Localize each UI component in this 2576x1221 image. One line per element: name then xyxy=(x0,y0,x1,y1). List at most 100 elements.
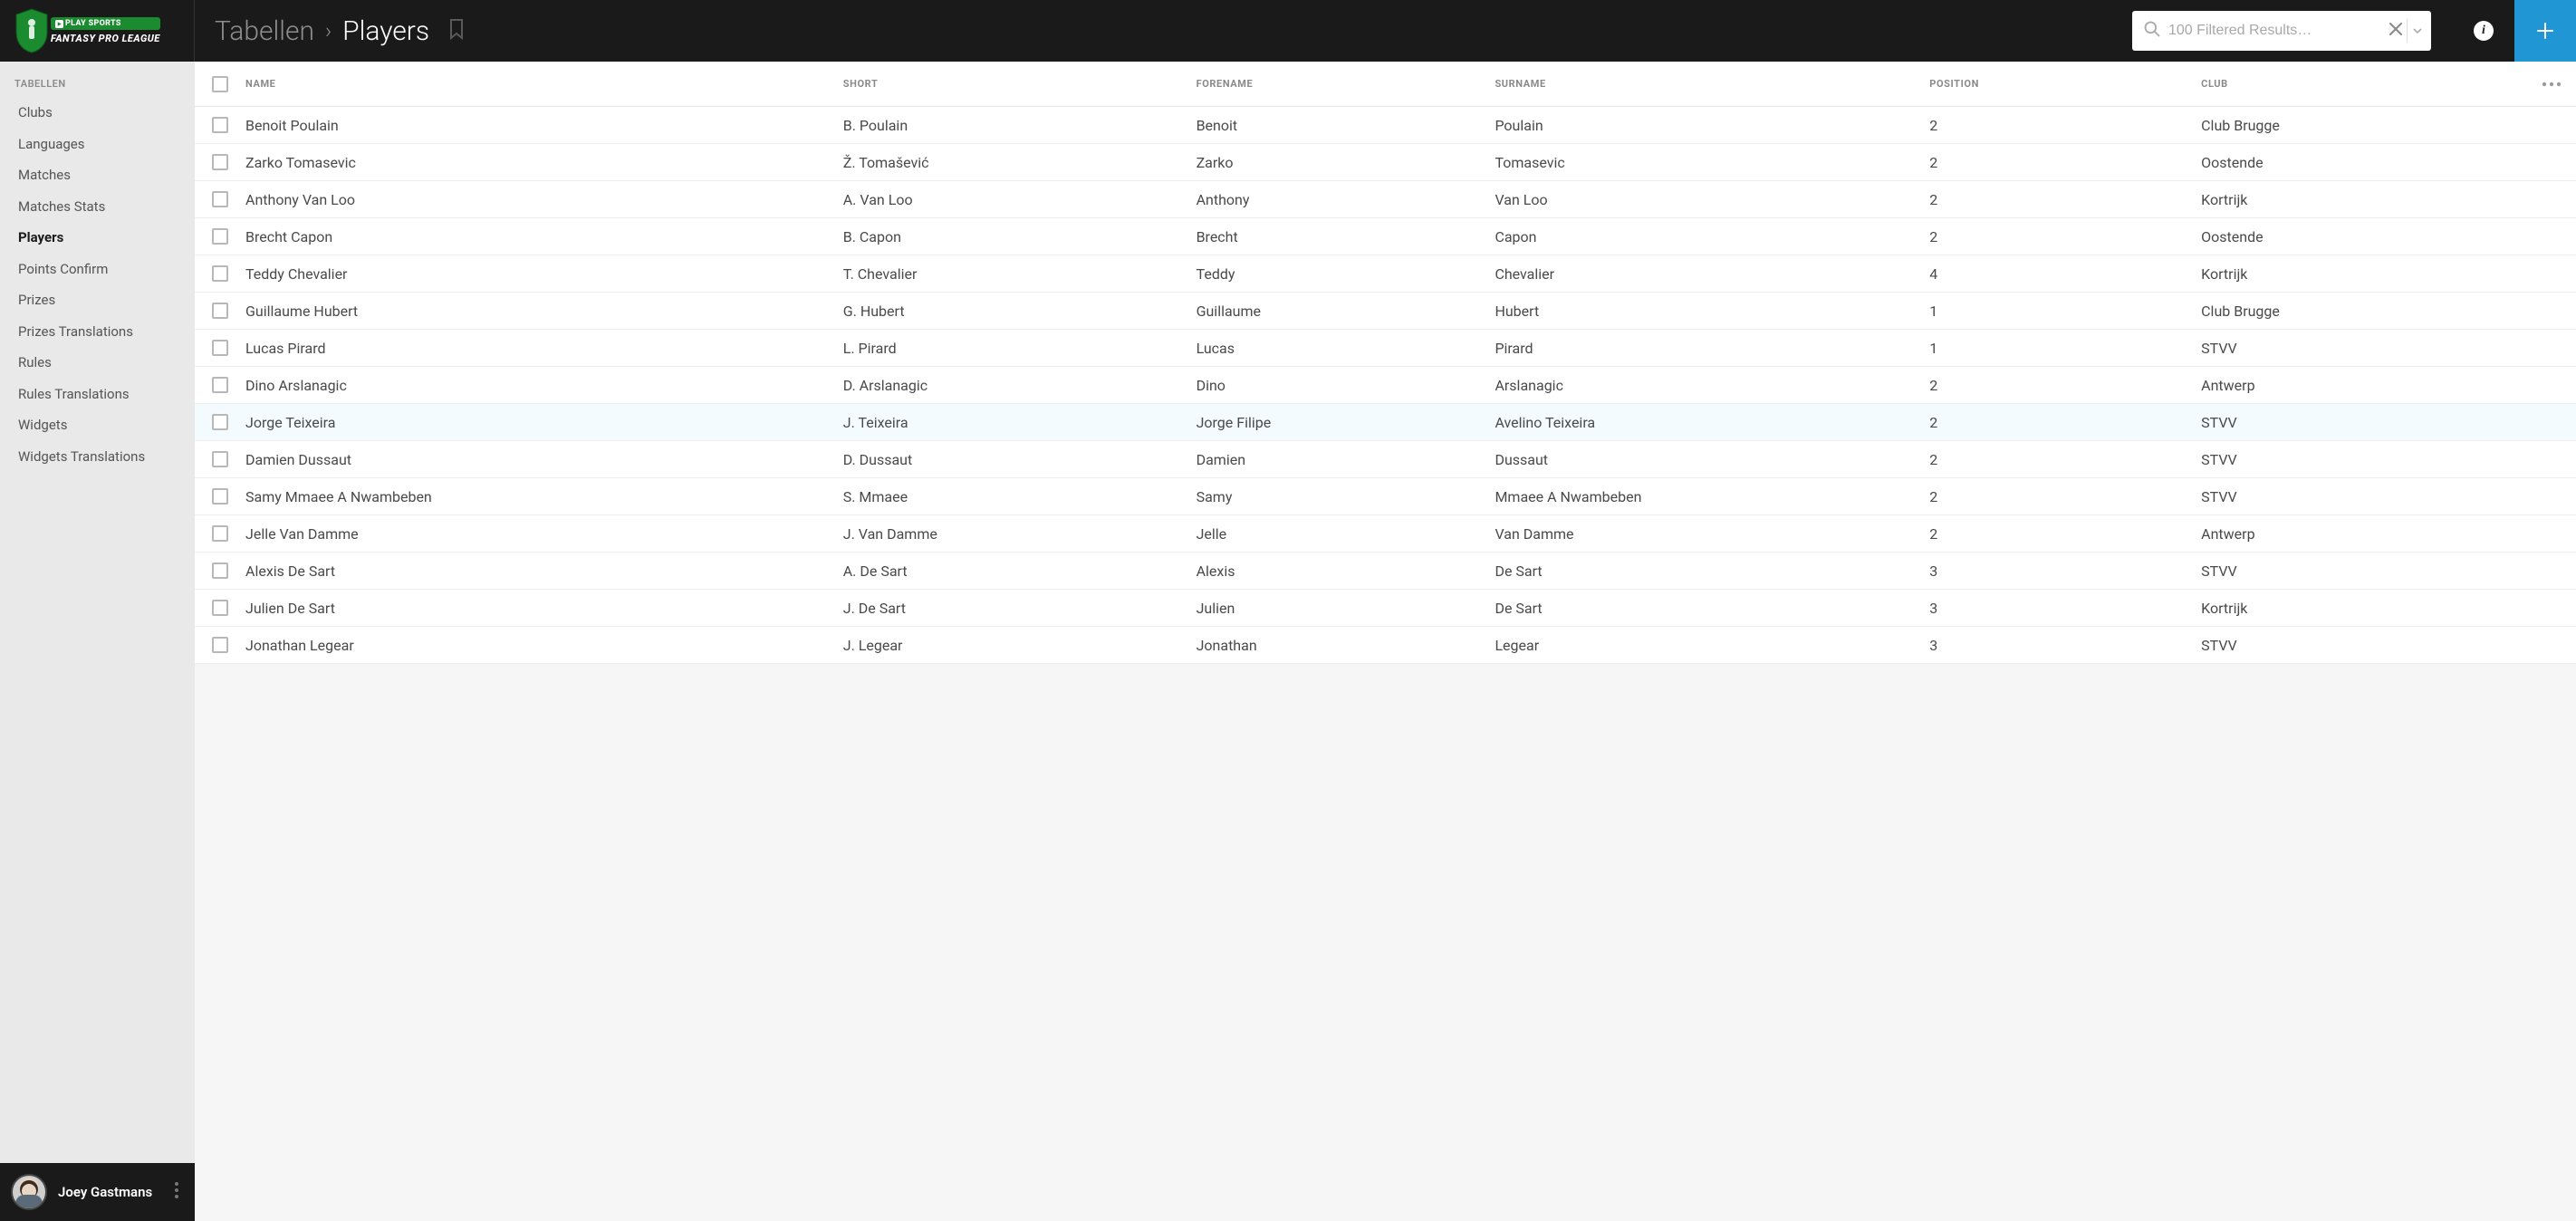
cell-position: 2 xyxy=(1929,414,2201,431)
row-checkbox[interactable] xyxy=(212,562,228,579)
sidebar-footer: Joey Gastmans xyxy=(0,1163,195,1221)
row-checkbox[interactable] xyxy=(212,303,228,319)
table-row[interactable]: Alexis De SartA. De SartAlexisDe Sart3ST… xyxy=(195,553,2576,590)
select-all-checkbox[interactable] xyxy=(212,76,228,92)
table-row[interactable]: Samy Mmaee A NwambebenS. MmaeeSamyMmaee … xyxy=(195,478,2576,515)
sidebar-item[interactable]: Prizes xyxy=(0,284,195,316)
topbar: PLAY SPORTS FANTASY PRO LEAGUE Tabellen … xyxy=(0,0,2576,62)
row-checkbox[interactable] xyxy=(212,525,228,542)
table-more-button[interactable] xyxy=(2527,82,2576,87)
sidebar-section-label: TABELLEN xyxy=(0,62,195,97)
breadcrumb-current: Players xyxy=(342,15,429,47)
cell-name: Jonathan Legear xyxy=(245,637,843,654)
row-checkbox[interactable] xyxy=(212,600,228,616)
cell-club: Oostende xyxy=(2201,154,2527,171)
row-checkbox[interactable] xyxy=(212,228,228,245)
cell-club: Antwerp xyxy=(2201,377,2527,394)
cell-short: A. De Sart xyxy=(843,562,1197,580)
table-row[interactable]: Lucas PirardL. PirardLucasPirard1STVV xyxy=(195,330,2576,367)
column-header-surname[interactable]: SURNAME xyxy=(1495,78,1929,90)
sidebar-item[interactable]: Points Confirm xyxy=(0,254,195,285)
table-row[interactable]: Brecht CaponB. CaponBrechtCapon2Oostende xyxy=(195,218,2576,255)
brand-logo[interactable]: PLAY SPORTS FANTASY PRO LEAGUE xyxy=(0,0,195,62)
row-checkbox[interactable] xyxy=(212,414,228,430)
column-header-position[interactable]: POSITION xyxy=(1929,78,2201,90)
table-row[interactable]: Jelle Van DammeJ. Van DammeJelleVan Damm… xyxy=(195,515,2576,553)
cell-short: B. Poulain xyxy=(843,117,1197,134)
table-row[interactable]: Jorge TeixeiraJ. TeixeiraJorge FilipeAve… xyxy=(195,404,2576,441)
table-row[interactable]: Dino ArslanagicD. ArslanagicDinoArslanag… xyxy=(195,367,2576,404)
sidebar-item[interactable]: Rules Translations xyxy=(0,379,195,410)
cell-position: 2 xyxy=(1929,488,2201,505)
user-menu-button[interactable] xyxy=(169,1177,184,1207)
sidebar-item[interactable]: Clubs xyxy=(0,97,195,129)
row-checkbox[interactable] xyxy=(212,637,228,653)
cell-short: J. Legear xyxy=(843,637,1197,654)
search-box xyxy=(2132,11,2431,51)
breadcrumb-parent[interactable]: Tabellen xyxy=(215,15,314,47)
clear-icon[interactable] xyxy=(2385,18,2407,43)
bookmark-icon[interactable] xyxy=(447,15,466,47)
search-dropdown-toggle[interactable] xyxy=(2407,19,2426,43)
cell-name: Jelle Van Damme xyxy=(245,525,843,543)
row-checkbox[interactable] xyxy=(212,117,228,133)
avatar[interactable] xyxy=(11,1174,47,1210)
column-header-short[interactable]: SHORT xyxy=(843,78,1197,90)
sidebar-item[interactable]: Rules xyxy=(0,347,195,379)
table-row[interactable]: Guillaume HubertG. HubertGuillaumeHubert… xyxy=(195,293,2576,330)
cell-surname: Tomasevic xyxy=(1495,154,1929,171)
row-checkbox[interactable] xyxy=(212,488,228,505)
row-checkbox[interactable] xyxy=(212,191,228,207)
table-row[interactable]: Jonathan LegearJ. LegearJonathanLegear3S… xyxy=(195,627,2576,664)
column-header-name[interactable]: NAME xyxy=(245,78,843,90)
row-checkbox[interactable] xyxy=(212,340,228,356)
cell-name: Damien Dussaut xyxy=(245,451,843,468)
cell-surname: Poulain xyxy=(1495,117,1929,134)
cell-forename: Brecht xyxy=(1197,228,1495,245)
cell-forename: Dino xyxy=(1197,377,1495,394)
sidebar-item[interactable]: Prizes Translations xyxy=(0,316,195,348)
sidebar-item[interactable]: Widgets xyxy=(0,409,195,441)
sidebar-item[interactable]: Matches Stats xyxy=(0,191,195,223)
sidebar-item[interactable]: Languages xyxy=(0,129,195,160)
row-checkbox[interactable] xyxy=(212,265,228,282)
row-checkbox[interactable] xyxy=(212,154,228,170)
column-header-forename[interactable]: FORENAME xyxy=(1197,78,1495,90)
play-icon xyxy=(55,20,63,28)
row-checkbox[interactable] xyxy=(212,451,228,467)
table-row[interactable]: Anthony Van LooA. Van LooAnthonyVan Loo2… xyxy=(195,181,2576,218)
table-row[interactable]: Teddy ChevalierT. ChevalierTeddyChevalie… xyxy=(195,255,2576,293)
cell-forename: Benoit xyxy=(1197,117,1495,134)
cell-surname: Avelino Teixeira xyxy=(1495,414,1929,431)
table-row[interactable]: Benoit PoulainB. PoulainBenoitPoulain2Cl… xyxy=(195,107,2576,144)
add-button[interactable] xyxy=(2514,0,2576,62)
table-row[interactable]: Damien DussautD. DussautDamienDussaut2ST… xyxy=(195,441,2576,478)
info-icon: i xyxy=(2474,21,2494,41)
cell-name: Julien De Sart xyxy=(245,600,843,617)
cell-short: J. De Sart xyxy=(843,600,1197,617)
column-header-club[interactable]: CLUB xyxy=(2201,78,2527,90)
info-button[interactable]: i xyxy=(2453,0,2514,62)
sidebar-item[interactable]: Widgets Translations xyxy=(0,441,195,473)
cell-short: A. Van Loo xyxy=(843,191,1197,208)
cell-position: 2 xyxy=(1929,154,2201,171)
search-input[interactable] xyxy=(2161,23,2385,39)
cell-surname: Van Loo xyxy=(1495,191,1929,208)
sidebar-item[interactable]: Players xyxy=(0,222,195,254)
cell-forename: Guillaume xyxy=(1197,303,1495,320)
plus-icon xyxy=(2535,21,2555,41)
cell-club: STVV xyxy=(2201,414,2527,431)
cell-forename: Jonathan xyxy=(1197,637,1495,654)
search-icon xyxy=(2143,20,2161,42)
ellipsis-icon xyxy=(2542,82,2562,87)
cell-club: Club Brugge xyxy=(2201,117,2527,134)
row-checkbox[interactable] xyxy=(212,377,228,393)
table-row[interactable]: Zarko TomasevicŽ. TomaševićZarkoTomasevi… xyxy=(195,144,2576,181)
cell-forename: Samy xyxy=(1197,488,1495,505)
table-row[interactable]: Julien De SartJ. De SartJulienDe Sart3Ko… xyxy=(195,590,2576,627)
cell-club: STVV xyxy=(2201,562,2527,580)
chevron-right-icon: › xyxy=(325,18,332,43)
cell-short: B. Capon xyxy=(843,228,1197,245)
cell-short: D. Arslanagic xyxy=(843,377,1197,394)
sidebar-item[interactable]: Matches xyxy=(0,159,195,191)
